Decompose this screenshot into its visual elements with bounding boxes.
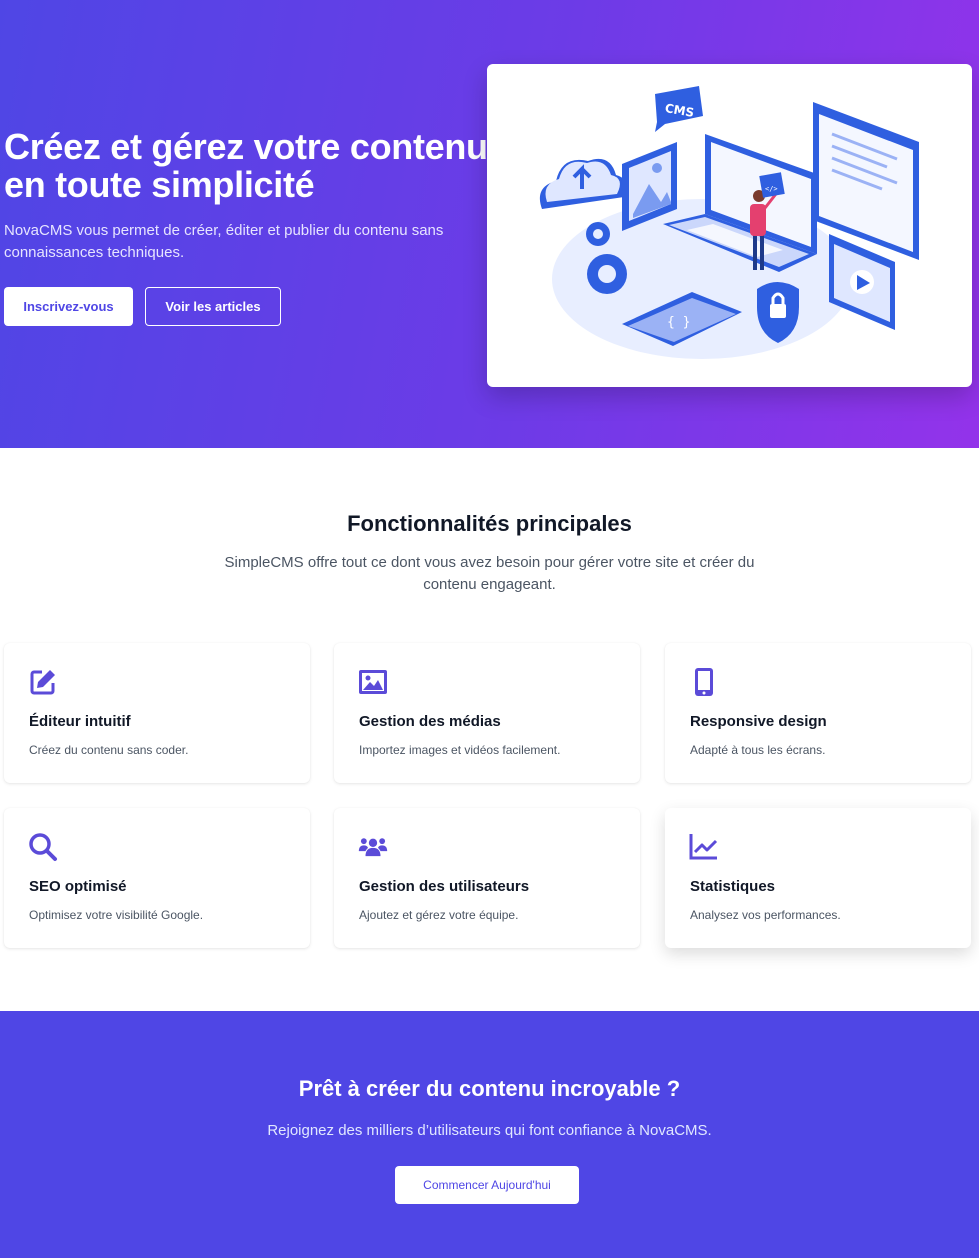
hero-illustration: CMS </> {} [487,64,972,387]
cta-title: Prêt à créer du contenu incroyable ? [298,1076,681,1101]
cloud-upload-icon [539,158,627,209]
signup-button[interactable]: Inscrivez-vous [4,287,133,326]
video-panel [829,234,895,330]
cms-badge: CMS [655,86,703,132]
feature-description: Adapté à tous les écrans. [690,743,826,757]
feature-title: Responsive design [690,713,827,730]
feature-title: Éditeur intuitif [29,713,131,730]
feature-card-seo: SEO optimisé Optimisez votre visibilité … [4,808,310,948]
feature-description: Optimisez votre visibilité Google. [29,908,204,922]
feature-description: Analysez vos performances. [690,908,841,922]
feature-title: SEO optimisé [29,878,127,895]
edit-icon [30,670,55,695]
feature-description: Ajoutez et gérez votre équipe. [359,908,519,922]
feature-card-editor: Éditeur intuitif Créez du contenu sans c… [4,643,310,783]
cta-subtitle: Rejoignez des milliers d’utilisateurs qu… [267,1122,712,1139]
feature-title: Statistiques [690,878,776,895]
feature-card-responsive: Responsive design Adapté à tous les écra… [665,643,971,783]
cta-section: Prêt à créer du contenu incroyable ? Rej… [0,1011,979,1258]
feature-title: Gestion des médias [359,713,501,730]
image-icon [359,670,387,694]
feature-card-media: Gestion des médias Importez images et vi… [334,643,640,783]
feature-card-users: Gestion des utilisateurs Ajoutez et gére… [334,808,640,948]
svg-text:{ }: { } [667,315,690,330]
chart-line-icon [689,834,718,860]
browser-window [813,102,919,260]
hero-subtitle: NovaCMS vous permet de créer, éditer et … [4,222,444,261]
search-icon [29,833,57,861]
features-title: Fonctionnalités principales [347,511,632,536]
mobile-icon [695,668,713,696]
start-today-button[interactable]: Commencer Aujourd'hui [395,1166,579,1204]
features-subtitle: SimpleCMS offre tout ce dont vous avez b… [224,554,755,593]
hero-section: Créez et gérez votre contenu en toute si… [0,0,979,448]
feature-description: Créez du contenu sans coder. [29,743,189,757]
feature-description: Importez images et vidéos facilement. [359,743,561,757]
feature-card-stats: Statistiques Analysez vos performances. [665,808,971,948]
hero-title: Créez et gérez votre contenu en toute si… [4,126,488,205]
feature-title: Gestion des utilisateurs [359,878,530,895]
users-icon [358,838,388,857]
view-articles-button[interactable]: Voir les articles [145,287,281,326]
svg-text:</>: </> [765,185,778,193]
